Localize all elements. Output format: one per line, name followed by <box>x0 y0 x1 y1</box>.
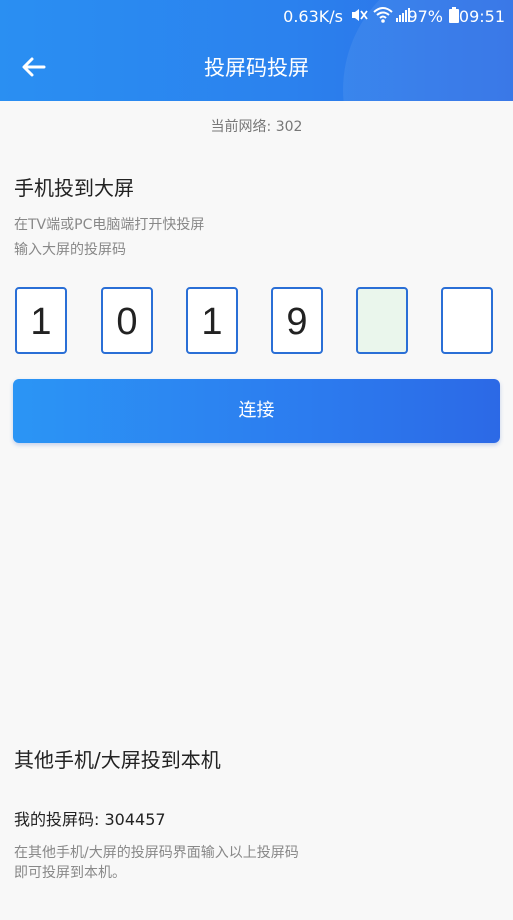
current-network: 当前网络: 302 <box>210 119 303 135</box>
cast-code-input[interactable]: 1 0 1 9 <box>15 287 498 359</box>
hint-line-2: 即可投屏到本机。 <box>14 865 126 881</box>
hint-line-1: 在其他手机/大屏的投屏码界面输入以上投屏码 <box>14 845 299 861</box>
my-cast-code: 我的投屏码: 304457 <box>14 810 166 829</box>
page-title: 投屏码投屏 <box>204 56 309 80</box>
cast-to-screen-title: 手机投到大屏 <box>14 176 134 200</box>
network-speed: 0.63K/s <box>283 7 343 26</box>
code-digit-box-5[interactable] <box>356 287 408 354</box>
code-digit-box-3[interactable]: 1 <box>186 287 238 354</box>
instruction-line-2: 输入大屏的投屏码 <box>14 242 126 258</box>
header-bar: 0.63K/s 97% 09:51 投屏码投屏 <box>0 0 513 101</box>
battery-percent: 97% <box>407 7 443 26</box>
connect-button[interactable]: 连接 <box>13 379 500 443</box>
battery-icon <box>449 7 459 23</box>
instruction-line-1: 在TV端或PC电脑端打开快投屏 <box>14 217 205 233</box>
code-digit-box-2[interactable]: 0 <box>101 287 153 354</box>
status-bar: 0.63K/s 97% 09:51 <box>0 0 513 34</box>
code-digit-box-1[interactable]: 1 <box>15 287 67 354</box>
cast-to-screen-instructions: 在TV端或PC电脑端打开快投屏 输入大屏的投屏码 <box>14 213 204 263</box>
clock: 09:51 <box>458 7 505 26</box>
wifi-icon <box>373 7 393 23</box>
mute-icon <box>352 9 368 21</box>
cast-to-device-hint: 在其他手机/大屏的投屏码界面输入以上投屏码 即可投屏到本机。 <box>14 843 299 883</box>
code-digit-box-6[interactable] <box>441 287 493 354</box>
code-digit-box-4[interactable]: 9 <box>271 287 323 354</box>
cast-to-device-title: 其他手机/大屏投到本机 <box>14 748 221 772</box>
